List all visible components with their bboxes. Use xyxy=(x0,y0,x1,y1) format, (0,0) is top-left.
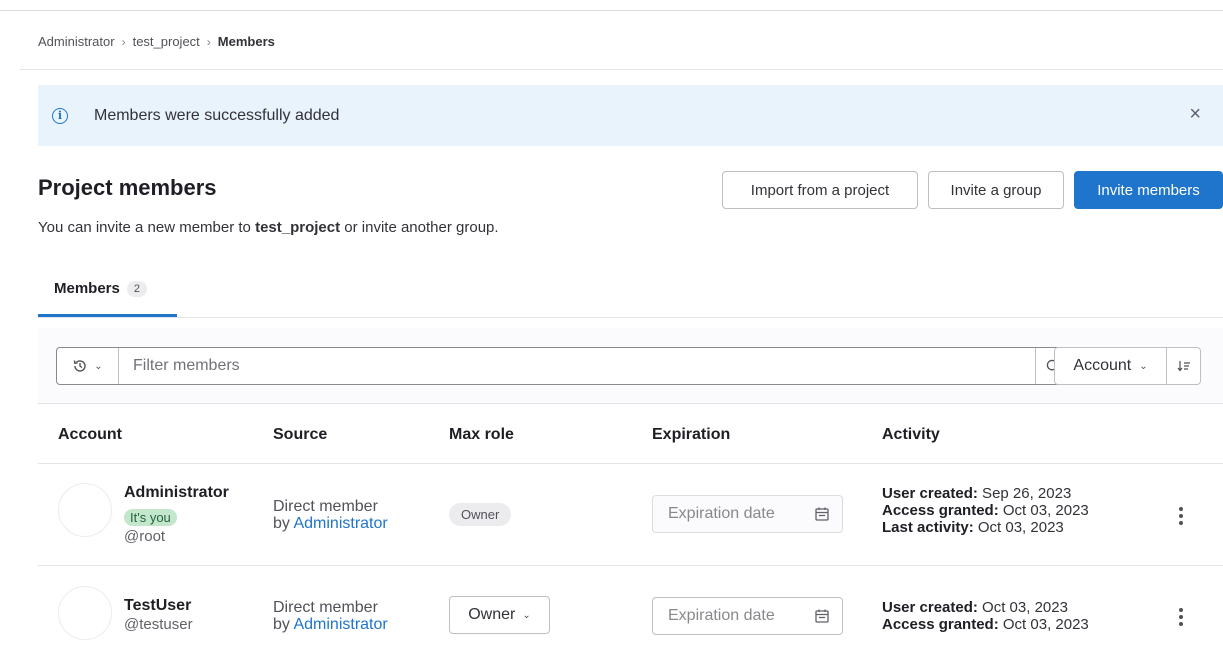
tab-members-label: Members xyxy=(54,280,120,297)
filter-bar: ⌄ Account ⌄ xyxy=(38,328,1223,404)
activity-last-activity: Last activity: Oct 03, 2023 xyxy=(882,519,1089,536)
member-username: @testuser xyxy=(124,616,193,633)
filter-members-box: ⌄ xyxy=(56,347,1072,385)
member-source: Direct member by Administrator xyxy=(273,599,388,633)
info-icon: i xyxy=(52,107,68,124)
breadcrumb-item-administrator[interactable]: Administrator xyxy=(38,34,115,49)
activity-label: User created: xyxy=(882,599,978,616)
activity-value: Sep 26, 2023 xyxy=(977,485,1072,502)
column-activity: Activity xyxy=(882,426,940,443)
sort-control: Account ⌄ xyxy=(1054,347,1201,385)
activity-access-granted: Access granted: Oct 03, 2023 xyxy=(882,616,1089,633)
max-role-badge: Owner xyxy=(449,503,512,526)
import-from-project-button[interactable]: Import from a project xyxy=(722,171,918,209)
member-activity: User created: Oct 03, 2023 Access grante… xyxy=(882,599,1089,633)
table-row: TestUser @testuser Direct member by Admi… xyxy=(38,566,1223,661)
activity-label: Last activity: xyxy=(882,519,974,536)
source-link[interactable]: Administrator xyxy=(293,515,387,532)
more-actions-icon[interactable] xyxy=(1179,606,1183,627)
source-by: by Administrator xyxy=(273,616,388,633)
column-account: Account xyxy=(58,426,122,443)
activity-value: Oct 03, 2023 xyxy=(973,519,1064,536)
breadcrumb-divider xyxy=(20,69,1223,70)
table-row: Administrator It's you @root Direct memb… xyxy=(38,465,1223,566)
more-actions-icon[interactable] xyxy=(1179,505,1183,526)
breadcrumb: Administrator › test_project › Members xyxy=(38,34,275,49)
expiration-placeholder: Expiration date xyxy=(668,505,775,522)
calendar-icon xyxy=(815,609,829,623)
success-alert: i Members were successfully added × xyxy=(38,85,1223,146)
activity-access-granted: Access granted: Oct 03, 2023 xyxy=(882,502,1089,519)
tab-members[interactable]: Members 2 xyxy=(38,278,177,317)
activity-label: Access granted: xyxy=(882,616,999,633)
top-divider xyxy=(0,10,1223,11)
source-by-prefix: by xyxy=(273,515,294,532)
member-name[interactable]: TestUser xyxy=(124,597,191,615)
invite-members-button[interactable]: Invite members xyxy=(1074,171,1223,209)
calendar-icon xyxy=(815,507,829,521)
source-link[interactable]: Administrator xyxy=(293,616,387,633)
source-by-prefix: by xyxy=(273,616,294,633)
filter-members-input[interactable] xyxy=(119,349,1035,383)
chevron-down-icon: ⌄ xyxy=(1139,360,1148,372)
sort-direction-icon xyxy=(1177,361,1190,372)
invite-group-button[interactable]: Invite a group xyxy=(928,171,1064,209)
activity-value: Oct 03, 2023 xyxy=(977,599,1068,616)
member-username: @root xyxy=(124,528,166,545)
activity-label: Access granted: xyxy=(882,502,999,519)
chevron-down-icon: ⌄ xyxy=(522,609,531,621)
role-select-label: Owner xyxy=(468,606,516,623)
sort-by-label: Account xyxy=(1073,357,1132,374)
expiration-date-input[interactable]: Expiration date xyxy=(652,597,843,635)
history-icon xyxy=(74,360,86,372)
source-type: Direct member xyxy=(273,599,378,616)
activity-value: Oct 03, 2023 xyxy=(998,502,1089,519)
activity-label: User created: xyxy=(882,485,978,502)
activity-user-created: User created: Sep 26, 2023 xyxy=(882,485,1089,502)
activity-value: Oct 03, 2023 xyxy=(998,616,1089,633)
member-activity: User created: Sep 26, 2023 Access grante… xyxy=(882,485,1089,536)
subtitle-prefix: You can invite a new member to xyxy=(38,219,256,236)
subtitle-project: test_project xyxy=(255,219,341,236)
sort-by-dropdown[interactable]: Account ⌄ xyxy=(1055,348,1167,384)
breadcrumb-separator: › xyxy=(121,34,126,49)
expiration-placeholder: Expiration date xyxy=(668,607,775,624)
member-source: Direct member by Administrator xyxy=(273,498,388,532)
source-by: by Administrator xyxy=(273,515,388,532)
tab-members-count: 2 xyxy=(126,281,147,297)
column-expiration: Expiration xyxy=(652,426,731,443)
chevron-down-icon: ⌄ xyxy=(94,360,103,372)
sort-direction-button[interactable] xyxy=(1167,348,1200,384)
recent-searches-dropdown[interactable]: ⌄ xyxy=(57,348,119,384)
page-title: Project members xyxy=(38,175,217,200)
close-icon[interactable]: × xyxy=(1189,103,1201,126)
max-role-dropdown[interactable]: Owner ⌄ xyxy=(449,596,550,634)
page-subtitle: You can invite a new member to test_proj… xyxy=(38,219,499,236)
expiration-date-field: Expiration date xyxy=(652,495,843,533)
alert-message: Members were successfully added xyxy=(94,106,340,124)
activity-user-created: User created: Oct 03, 2023 xyxy=(882,599,1089,616)
column-max-role: Max role xyxy=(449,426,514,443)
members-table-header: Account Source Max role Expiration Activ… xyxy=(38,404,1223,464)
subtitle-suffix: or invite another group. xyxy=(340,219,499,236)
avatar[interactable] xyxy=(58,483,112,537)
breadcrumb-item-project[interactable]: test_project xyxy=(133,34,200,49)
avatar[interactable] xyxy=(58,586,112,640)
column-source: Source xyxy=(273,426,328,443)
member-name[interactable]: Administrator xyxy=(124,484,229,502)
breadcrumb-current[interactable]: Members xyxy=(218,34,275,49)
its-you-badge: It's you xyxy=(124,509,177,526)
tabs-divider xyxy=(38,317,1223,318)
breadcrumb-separator: › xyxy=(206,34,211,49)
source-type: Direct member xyxy=(273,498,378,515)
